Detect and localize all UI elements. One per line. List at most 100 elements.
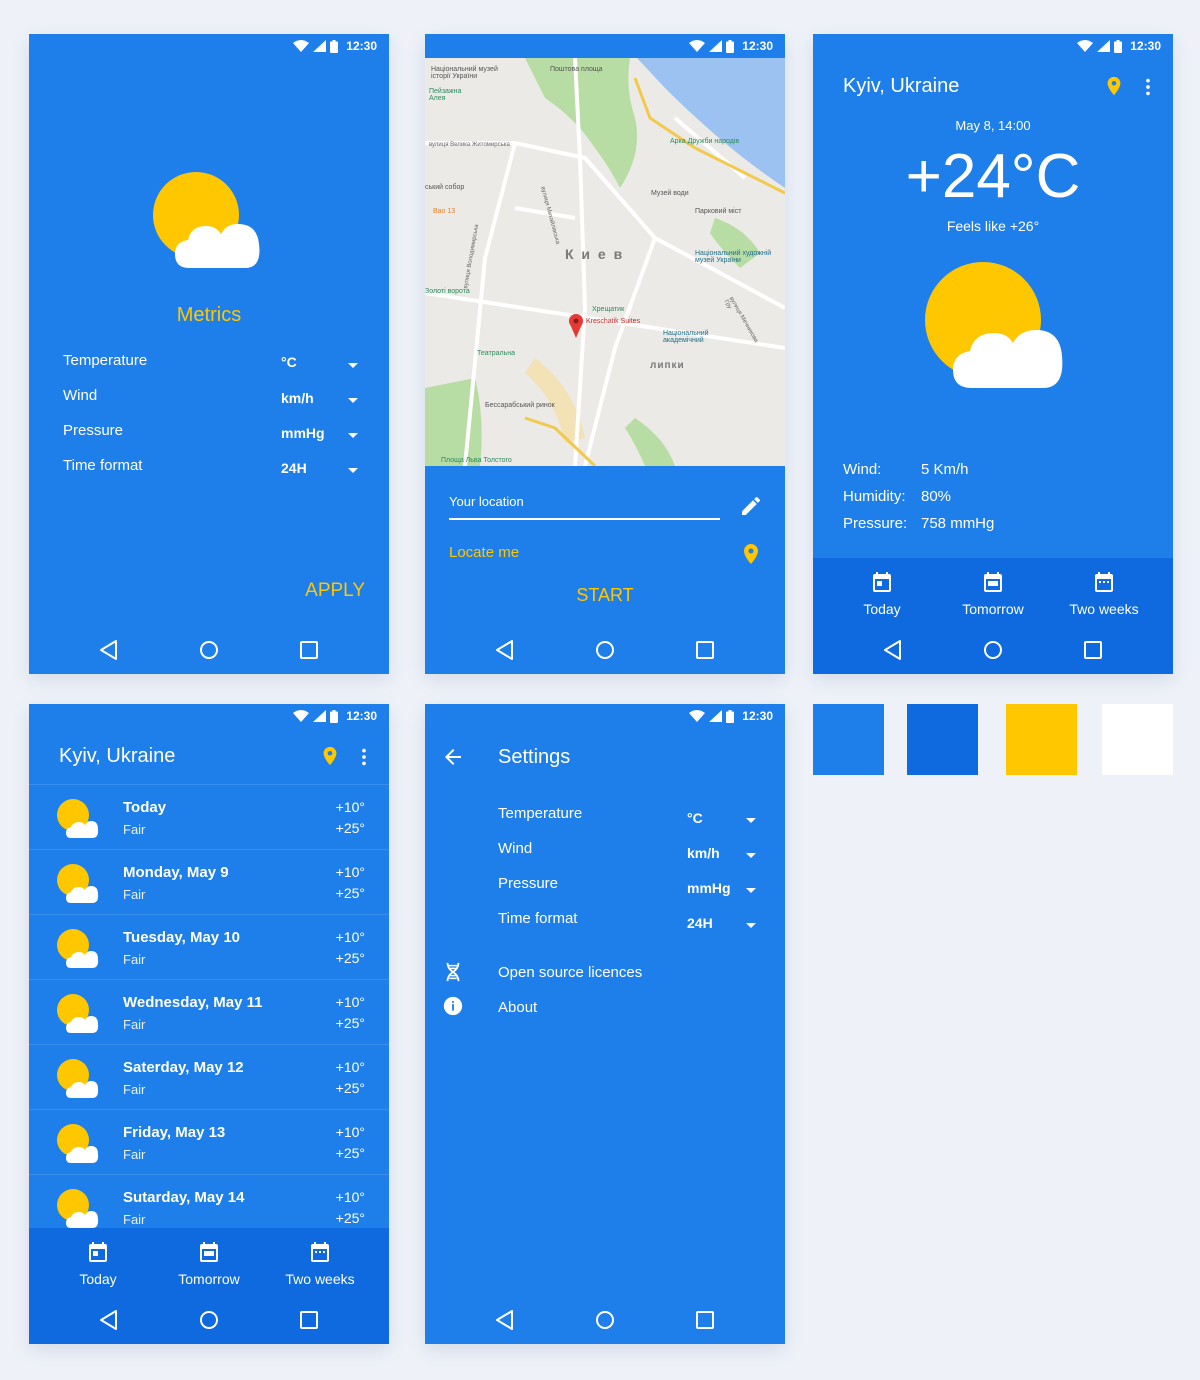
metrics-title: Metrics <box>176 304 242 326</box>
detail-value: 758 mmHg <box>921 515 995 532</box>
map-view[interactable]: К и е в липки Поштова площа Арка Дружби … <box>425 58 785 466</box>
arrow-back-icon[interactable] <box>441 745 465 769</box>
home-icon[interactable] <box>593 1308 617 1332</box>
metric-value: °C <box>281 354 297 370</box>
list-item[interactable]: Monday, May 9 Fair +10° +25° <box>29 849 389 914</box>
sun-cloud-icon <box>153 172 260 268</box>
tab-today[interactable]: Today <box>832 570 932 617</box>
map-label: Національний художній музей України <box>695 250 772 264</box>
pencil-icon[interactable] <box>739 494 763 518</box>
chevron-down-icon <box>348 363 358 368</box>
map-label: Бессарабський ринок <box>485 402 555 409</box>
apply-button[interactable]: APPLY <box>305 580 365 602</box>
chevron-down-icon <box>348 433 358 438</box>
color-swatch-primary <box>813 704 884 775</box>
status-bar: 12:30 <box>425 34 785 58</box>
map-label: Золоті ворота <box>425 288 470 295</box>
status-time: 12:30 <box>742 709 773 723</box>
metric-value: km/h <box>281 390 314 406</box>
battery-icon <box>726 39 735 53</box>
day-condition: Fair <box>123 1212 146 1227</box>
back-icon[interactable] <box>97 1308 121 1332</box>
map-label: Парковий міст <box>695 208 742 215</box>
list-item[interactable]: Wednesday, May 11 Fair +10° +25° <box>29 979 389 1044</box>
back-icon[interactable] <box>493 1308 517 1332</box>
day-condition: Fair <box>123 952 146 967</box>
map-label: Поштова площа <box>550 66 603 73</box>
recent-apps-icon[interactable] <box>1081 638 1105 662</box>
about-label: About <box>498 999 538 1016</box>
map-label: Площа Льва Толстого <box>441 457 512 464</box>
list-item[interactable]: Today Fair +10° +25° <box>29 784 389 849</box>
list-item[interactable]: Tuesday, May 10 Fair +10° +25° <box>29 914 389 979</box>
status-bar: 12:30 <box>29 704 389 728</box>
tab-today[interactable]: Today <box>48 1240 148 1287</box>
calendar-icon <box>1095 572 1113 592</box>
today-screen: 12:30 Kyiv, Ukraine May 8, 14:00 +24°C F… <box>813 34 1173 674</box>
recent-apps-icon[interactable] <box>693 638 717 662</box>
chevron-down-icon <box>746 888 756 893</box>
setting-value: km/h <box>687 845 720 861</box>
day-condition: Fair <box>123 887 146 902</box>
home-icon[interactable] <box>593 638 617 662</box>
location-pin-icon[interactable] <box>319 745 341 767</box>
location-pin-icon[interactable] <box>1103 75 1125 97</box>
day-title: Saterday, May 12 <box>123 1059 244 1076</box>
locate-me-link[interactable]: Locate me <box>449 544 519 561</box>
map-label: липки <box>650 360 685 371</box>
setting-label: Wind <box>498 840 533 857</box>
min-temp: +10° <box>335 799 365 815</box>
metric-label: Temperature <box>63 352 148 369</box>
tab-label: Tomorrow <box>178 1271 240 1287</box>
android-nav-bar <box>425 626 785 674</box>
sun-cloud-icon <box>925 262 1063 388</box>
sun-cloud-icon <box>57 799 99 838</box>
tab-tomorrow[interactable]: Tomorrow <box>943 570 1043 617</box>
recent-apps-icon[interactable] <box>297 1308 321 1332</box>
min-temp: +10° <box>335 864 365 880</box>
tab-two-weeks[interactable]: Two weeks <box>1054 570 1154 617</box>
detail-label: Pressure: <box>843 515 908 532</box>
map-label: Театральна <box>477 350 515 357</box>
max-temp: +25° <box>335 885 365 901</box>
city-title: Kyiv, Ukraine <box>59 745 176 767</box>
home-icon[interactable] <box>197 1308 221 1332</box>
color-swatch-dark <box>907 704 978 775</box>
list-item[interactable]: Friday, May 13 Fair +10° +25° <box>29 1109 389 1174</box>
signal-icon <box>313 710 327 722</box>
location-pin-icon[interactable] <box>739 542 763 566</box>
home-icon[interactable] <box>981 638 1005 662</box>
recent-apps-icon[interactable] <box>693 1308 717 1332</box>
start-button[interactable]: START <box>425 585 785 606</box>
back-icon[interactable] <box>881 638 905 662</box>
tab-two-weeks[interactable]: Two weeks <box>270 1240 370 1287</box>
sun-cloud-icon <box>57 1124 99 1163</box>
wifi-icon <box>1077 40 1094 52</box>
list-item[interactable]: Saterday, May 12 Fair +10° +25° <box>29 1044 389 1109</box>
back-icon[interactable] <box>493 638 517 662</box>
more-vert-icon[interactable] <box>1137 76 1159 98</box>
detail-value: 5 Km/h <box>921 461 969 478</box>
max-temp: +25° <box>335 1015 365 1031</box>
date-time: May 8, 14:00 <box>955 118 1031 133</box>
map-label: ський собор <box>425 184 465 191</box>
max-temp: +25° <box>335 950 365 966</box>
recent-apps-icon[interactable] <box>297 638 321 662</box>
calendar-icon <box>984 572 1002 592</box>
metric-label: Wind <box>63 387 98 404</box>
status-bar: 12:30 <box>29 34 389 58</box>
status-time: 12:30 <box>346 709 377 723</box>
map-label: вулиця Велика Житомирська <box>429 142 510 148</box>
day-title: Monday, May 9 <box>123 864 229 881</box>
home-icon[interactable] <box>197 638 221 662</box>
tab-tomorrow[interactable]: Tomorrow <box>159 1240 259 1287</box>
signal-icon <box>709 40 723 52</box>
licences-label: Open source licences <box>498 964 643 981</box>
detail-label: Humidity: <box>843 488 906 505</box>
map-label: Музей води <box>651 190 689 197</box>
chevron-down-icon <box>348 398 358 403</box>
more-vert-icon[interactable] <box>353 746 375 768</box>
back-icon[interactable] <box>97 638 121 662</box>
info-icon <box>443 996 463 1016</box>
signal-icon <box>1097 40 1111 52</box>
